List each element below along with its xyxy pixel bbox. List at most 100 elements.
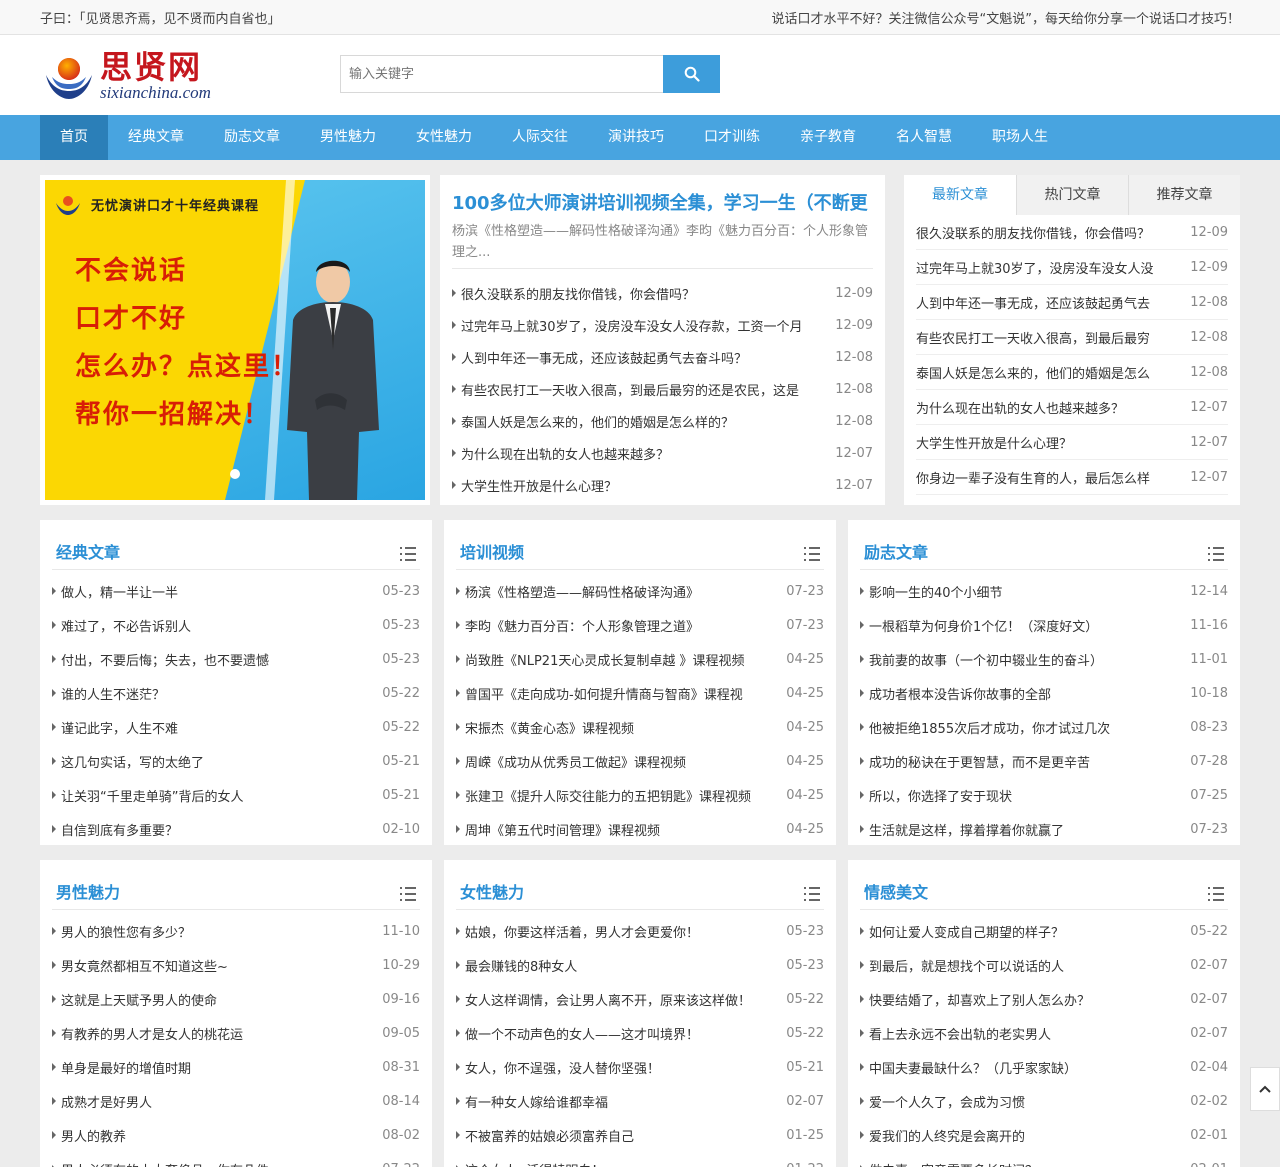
- list-item[interactable]: 谨记此字，人生不难 05-22: [52, 710, 420, 744]
- list-item-title[interactable]: 大学生性开放是什么心理？: [916, 433, 1178, 452]
- list-item-title[interactable]: 如何让爱人变成自己期望的样子？: [860, 922, 1170, 941]
- list-item[interactable]: 他被拒绝1855次后才成功，你才试过几次 08-23: [860, 710, 1228, 744]
- list-item-title[interactable]: 爱我们的人终究是会离开的: [860, 1126, 1170, 1145]
- list-item-title[interactable]: 谁的人生不迷茫？: [52, 684, 362, 703]
- list-item-title[interactable]: 成功者根本没告诉你故事的全部: [860, 684, 1170, 703]
- list-item[interactable]: 女人，你不逞强，没人替你坚强！ 05-21: [456, 1050, 824, 1084]
- list-item[interactable]: 生活就是这样，撑着撑着你就赢了 07-23: [860, 812, 1228, 846]
- list-item-title[interactable]: 男人的狼性您有多少？: [52, 922, 362, 941]
- list-item[interactable]: 很久没联系的朋友找你借钱，你会借吗？ 12-09: [452, 277, 873, 309]
- list-item-title[interactable]: 看上去永远不会出轨的老实男人: [860, 1024, 1170, 1043]
- list-item-title[interactable]: 宋振杰《黄金心态》课程视频: [456, 718, 766, 737]
- list-item-title[interactable]: 到最后，就是想找个可以说话的人: [860, 956, 1170, 975]
- list-item-title[interactable]: 尚致胜《NLP21天心灵成长复制卓越 》课程视频: [456, 650, 766, 669]
- list-item[interactable]: 不被富养的姑娘必须富养自己 01-25: [456, 1118, 824, 1152]
- nav-item-6[interactable]: 演讲技巧: [588, 115, 684, 160]
- list-item[interactable]: 自信到底有多重要？ 02-10: [52, 812, 420, 846]
- list-item-title[interactable]: 不被富养的姑娘必须富养自己: [456, 1126, 766, 1145]
- block-title[interactable]: 男性魅力: [56, 879, 120, 903]
- list-item-title[interactable]: 张建卫《提升人际交往能力的五把钥匙》课程视频: [456, 786, 766, 805]
- list-item-title[interactable]: 难过了，不必告诉别人: [52, 616, 362, 635]
- list-icon[interactable]: [1208, 887, 1224, 901]
- nav-item-7[interactable]: 口才训练: [684, 115, 780, 160]
- list-icon[interactable]: [1208, 547, 1224, 561]
- list-item-title[interactable]: 人到中年还一事无成，还应该鼓起勇气去奋斗吗？: [452, 348, 822, 367]
- list-item[interactable]: 做人，精一半让一半 05-23: [52, 574, 420, 608]
- list-item[interactable]: 男人的狼性您有多少？ 11-10: [52, 914, 420, 948]
- back-to-top-button[interactable]: [1250, 1067, 1280, 1111]
- list-item-title[interactable]: 快要结婚了，却喜欢上了别人怎么办？: [860, 990, 1170, 1009]
- tab-1[interactable]: 热门文章: [1016, 175, 1128, 215]
- carousel-dot[interactable]: [230, 469, 240, 479]
- list-item[interactable]: 到最后，就是想找个可以说话的人 02-07: [860, 948, 1228, 982]
- list-item-title[interactable]: 中国夫妻最缺什么？（几乎家家缺）: [860, 1058, 1170, 1077]
- list-item-title[interactable]: 生活就是这样，撑着撑着你就赢了: [860, 820, 1170, 839]
- list-item[interactable]: 女人这样调情，会让男人离不开，原来该这样做！ 05-22: [456, 982, 824, 1016]
- list-item-title[interactable]: 周坤《第五代时间管理》课程视频: [456, 820, 766, 839]
- list-item-title[interactable]: 让关羽“千里走单骑”背后的女人: [52, 786, 362, 805]
- nav-item-1[interactable]: 经典文章: [108, 115, 204, 160]
- promo-banner[interactable]: 无忧演讲口才十年经典课程 不会说话 口才不好 怎么办？点这里！ 帮你一招解决！: [40, 175, 430, 505]
- list-item[interactable]: 泰国人妖是怎么来的，他们的婚姻是怎么 12-08: [916, 355, 1228, 390]
- block-title[interactable]: 培训视频: [460, 539, 524, 563]
- list-item-title[interactable]: 做夫妻，究竟需要多长时间？: [860, 1160, 1170, 1167]
- list-item[interactable]: 张建卫《提升人际交往能力的五把钥匙》课程视频 04-25: [456, 778, 824, 812]
- list-item[interactable]: 泰国人妖是怎么来的，他们的婚姻是怎么样的？ 12-08: [452, 405, 873, 437]
- list-item[interactable]: 男女竟然都相互不知道这些~ 10-29: [52, 948, 420, 982]
- list-item[interactable]: 周嵘《成功从优秀员工做起》课程视频 04-25: [456, 744, 824, 778]
- list-item-title[interactable]: 很久没联系的朋友找你借钱，你会借吗？: [916, 223, 1178, 242]
- list-item[interactable]: 有些农民打工一天收入很高，到最后最穷 12-08: [916, 320, 1228, 355]
- tab-0[interactable]: 最新文章: [904, 175, 1016, 215]
- list-item[interactable]: 大学生性开放是什么心理？ 12-07: [916, 425, 1228, 460]
- list-item[interactable]: 爱一个人久了，会成为习惯 02-02: [860, 1084, 1228, 1118]
- nav-item-2[interactable]: 励志文章: [204, 115, 300, 160]
- headline-title[interactable]: 100多位大师演讲培训视频全集，学习一生（不断更: [452, 189, 873, 215]
- list-item-title[interactable]: 做人，精一半让一半: [52, 582, 362, 601]
- list-item-title[interactable]: 爱一个人久了，会成为习惯: [860, 1092, 1170, 1111]
- list-item[interactable]: 过完年马上就30岁了，没房没车没女人没存款，工资一个月 12-09: [452, 309, 873, 341]
- list-item[interactable]: 有教养的男人才是女人的桃花运 09-05: [52, 1016, 420, 1050]
- list-item-title[interactable]: 姑娘，你要这样活着，男人才会更爱你！: [456, 922, 766, 941]
- nav-item-3[interactable]: 男性魅力: [300, 115, 396, 160]
- list-item-title[interactable]: 单身是最好的增值时期: [52, 1058, 362, 1077]
- list-item[interactable]: 所以，你选择了安于现状 07-25: [860, 778, 1228, 812]
- block-title[interactable]: 经典文章: [56, 539, 120, 563]
- list-item[interactable]: 男人必须有的十大奢侈品，你有几件 07-22: [52, 1152, 420, 1167]
- list-item-title[interactable]: 男人必须有的十大奢侈品，你有几件: [52, 1160, 362, 1167]
- list-item[interactable]: 难过了，不必告诉别人 05-23: [52, 608, 420, 642]
- list-item[interactable]: 我前妻的故事（一个初中辍业生的奋斗） 11-01: [860, 642, 1228, 676]
- list-item[interactable]: 姑娘，你要这样活着，男人才会更爱你！ 05-23: [456, 914, 824, 948]
- list-item[interactable]: 如何让爱人变成自己期望的样子？ 05-22: [860, 914, 1228, 948]
- list-item[interactable]: 你身边一辈子没有生育的人，最后怎么样 12-07: [916, 460, 1228, 495]
- list-item-title[interactable]: 大学生性开放是什么心理？: [452, 476, 822, 495]
- list-item[interactable]: 尚致胜《NLP21天心灵成长复制卓越 》课程视频 04-25: [456, 642, 824, 676]
- list-item-title[interactable]: 为什么现在出轨的女人也越来越多？: [916, 398, 1178, 417]
- list-item[interactable]: 谁的人生不迷茫？ 05-22: [52, 676, 420, 710]
- list-item[interactable]: 李昀《魅力百分百：个人形象管理之道》 07-23: [456, 608, 824, 642]
- list-item-title[interactable]: 男人的教养: [52, 1126, 362, 1145]
- list-item[interactable]: 这个女人--活得特明白！ 01-22: [456, 1152, 824, 1167]
- list-item-title[interactable]: 这几句实话，写的太绝了: [52, 752, 362, 771]
- list-item-title[interactable]: 成功的秘诀在于更智慧，而不是更辛苦: [860, 752, 1170, 771]
- list-item-title[interactable]: 影响一生的40个小细节: [860, 582, 1170, 601]
- list-item[interactable]: 有些农民打工一天收入很高，到最后最穷的还是农民，这是 12-08: [452, 373, 873, 405]
- list-item-title[interactable]: 成熟才是好男人: [52, 1092, 362, 1111]
- block-title[interactable]: 励志文章: [864, 539, 928, 563]
- list-item[interactable]: 中国夫妻最缺什么？（几乎家家缺） 02-04: [860, 1050, 1228, 1084]
- list-item[interactable]: 最会赚钱的8种女人 05-23: [456, 948, 824, 982]
- list-icon[interactable]: [400, 547, 416, 561]
- list-item[interactable]: 这几句实话，写的太绝了 05-21: [52, 744, 420, 778]
- list-item[interactable]: 这就是上天赋予男人的使命 09-16: [52, 982, 420, 1016]
- list-item[interactable]: 让关羽“千里走单骑”背后的女人 05-21: [52, 778, 420, 812]
- list-item-title[interactable]: 付出，不要后悔；失去，也不要遗憾: [52, 650, 362, 669]
- list-item-title[interactable]: 自信到底有多重要？: [52, 820, 362, 839]
- list-item-title[interactable]: 泰国人妖是怎么来的，他们的婚姻是怎么: [916, 363, 1178, 382]
- list-item[interactable]: 爱我们的人终究是会离开的 02-01: [860, 1118, 1228, 1152]
- list-item-title[interactable]: 谨记此字，人生不难: [52, 718, 362, 737]
- list-item-title[interactable]: 曾国平《走向成功-如何提升情商与智商》课程视: [456, 684, 766, 703]
- list-item-title[interactable]: 周嵘《成功从优秀员工做起》课程视频: [456, 752, 766, 771]
- list-item[interactable]: 影响一生的40个小细节 12-14: [860, 574, 1228, 608]
- list-icon[interactable]: [400, 887, 416, 901]
- list-item-title[interactable]: 为什么现在出轨的女人也越来越多？: [452, 444, 822, 463]
- list-item[interactable]: 单身是最好的增值时期 08-31: [52, 1050, 420, 1084]
